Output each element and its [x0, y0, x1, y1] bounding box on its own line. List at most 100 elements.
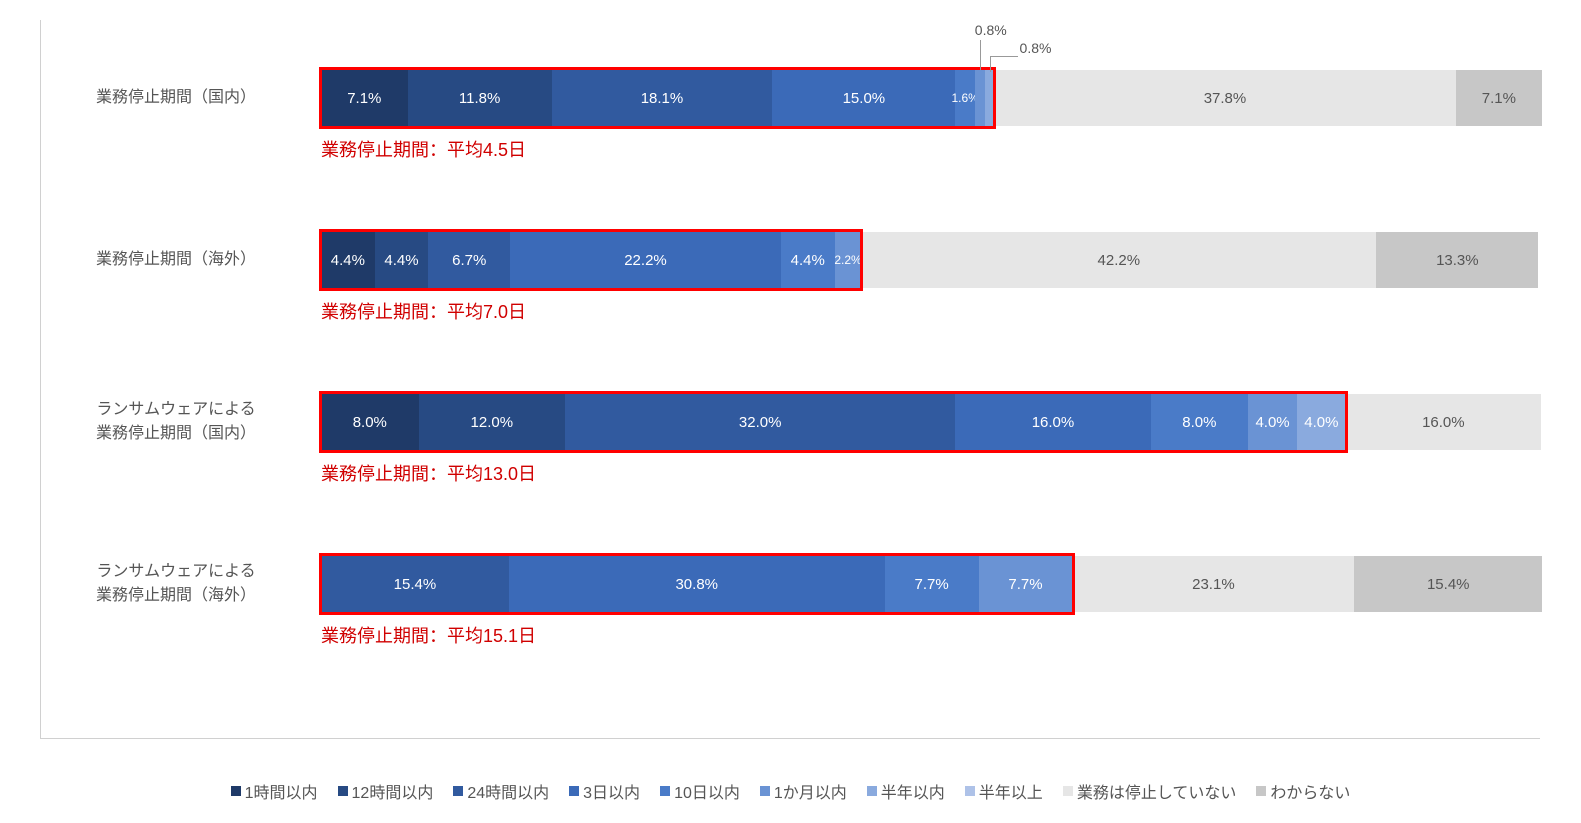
bar-segment: 23.1% — [1073, 556, 1355, 612]
row-label: ランサムウェアによる業務停止期間（国内） — [41, 398, 321, 446]
segment-value: 30.8% — [675, 576, 718, 593]
segment-value: 32.0% — [739, 414, 782, 431]
bar-segment: 15.0% — [772, 70, 955, 126]
bar-segment: 7.7% — [885, 556, 979, 612]
bar-container: 15.4%30.8%7.7%7.7%23.1%15.4% — [321, 556, 1542, 612]
bar-segment: 4.0% — [1297, 394, 1346, 450]
bar-segment: 1.6% — [955, 70, 975, 126]
legend-item: 1か月以内 — [760, 779, 847, 803]
row-label: ランサムウェアによる業務停止期間（海外） — [41, 560, 321, 608]
bar-segment: 42.2% — [861, 232, 1376, 288]
bar-segment: 22.2% — [510, 232, 781, 288]
segment-value: 8.0% — [353, 414, 387, 431]
chart-legend: 1時間以内 12時間以内 24時間以内 3日以内 10日以内 1か月以内 半年以内 半年以上 業… — [40, 779, 1541, 803]
legend-swatch — [569, 786, 579, 796]
legend-label: わからない — [1270, 779, 1350, 803]
legend-swatch — [231, 786, 241, 796]
segment-value: 15.4% — [394, 576, 437, 593]
legend-item: 10日以内 — [660, 779, 740, 803]
legend-label: 半年以内 — [881, 779, 945, 803]
bar-segment: 15.4% — [321, 556, 509, 612]
bar-container: 4.4% 4.4% 6.7% 22.2% 4.4% 2.2% 42.2% 13.3% — [321, 232, 1540, 288]
chart-row: 業務停止期間（国内）7.1%11.8%18.1%15.0%1.6%37.8%7.… — [41, 70, 1540, 126]
legend-swatch — [1256, 786, 1266, 796]
legend-item: 業務は停止していない — [1063, 779, 1237, 803]
legend-swatch — [453, 786, 463, 796]
legend-item: 24時間以内 — [453, 779, 549, 803]
segment-value: 13.3% — [1436, 252, 1479, 269]
segment-value: 8.0% — [1182, 414, 1216, 431]
stacked-bar-chart: 業務停止期間（国内）7.1%11.8%18.1%15.0%1.6%37.8%7.… — [40, 20, 1540, 739]
legend-label: 10日以内 — [674, 779, 740, 803]
bar-segment: 11.8% — [408, 70, 552, 126]
segment-value: 7.7% — [914, 576, 948, 593]
legend-label: 半年以上 — [979, 779, 1043, 803]
callout-leader — [990, 56, 1018, 57]
legend-item: 半年以内 — [867, 779, 945, 803]
legend-item: 12時間以内 — [338, 779, 434, 803]
bar-container: 7.1% 11.8% 18.1% 15.0% 1.6% 37.8% 7.1% — [321, 70, 1542, 126]
legend-label: 3日以内 — [583, 779, 640, 803]
bar-segment — [975, 70, 985, 126]
row-label: 業務停止期間（海外） — [41, 248, 321, 272]
segment-value: 7.1% — [347, 90, 381, 107]
segment-value: 23.1% — [1192, 576, 1235, 593]
callout-label: 0.8% — [975, 22, 1007, 38]
legend-item: 1時間以内 — [231, 779, 318, 803]
legend-item: わからない — [1256, 779, 1350, 803]
legend-swatch — [965, 786, 975, 796]
chart-row-group: 業務停止期間（海外） 4.4% 4.4% 6.7% 22.2% 4.4% 2.2% 42.2%… — [41, 232, 1540, 324]
segment-value: 2.2% — [834, 253, 861, 267]
segment-value: 15.0% — [843, 90, 886, 107]
legend-swatch — [660, 786, 670, 796]
chart-row: ランサムウェアによる業務停止期間（海外） 15.4% 30.8% 7.7% 7.7% 23… — [41, 556, 1540, 612]
segment-value: 4.4% — [384, 252, 418, 269]
bar-segment: 37.8% — [994, 70, 1455, 126]
chart-row-group: ランサムウェアによる業務停止期間（海外） 15.4% 30.8% 7.7% 7.7% 23… — [41, 556, 1540, 648]
callout-label: 0.8% — [1020, 40, 1052, 56]
bar-segment: 2.2% — [835, 232, 862, 288]
chart-row-group: 業務停止期間（国内）7.1%11.8%18.1%15.0%1.6%37.8%7.… — [41, 70, 1540, 162]
row-annotation: 業務停止期間：平均13.0日 — [321, 460, 1540, 486]
bar-segment: 7.1% — [1456, 70, 1543, 126]
chart-row-group: ランサムウェアによる業務停止期間（国内） 8.0% 12.0% 32.0% 16.0% 8… — [41, 394, 1540, 486]
bar-segment: 8.0% — [1151, 394, 1249, 450]
chart-row: 業務停止期間（海外） 4.4% 4.4% 6.7% 22.2% 4.4% 2.2% 42.2%… — [41, 232, 1540, 288]
bar-segment: 6.7% — [428, 232, 510, 288]
segment-value: 4.4% — [791, 252, 825, 269]
legend-label: 12時間以内 — [352, 779, 434, 803]
callout-leader — [980, 40, 981, 70]
bar-segment: 32.0% — [565, 394, 955, 450]
bar-segment: 4.4% — [375, 232, 429, 288]
segment-value: 4.4% — [331, 252, 365, 269]
chart-row: ランサムウェアによる業務停止期間（国内） 8.0% 12.0% 32.0% 16.0% 8… — [41, 394, 1540, 450]
bar-segment: 8.0% — [321, 394, 419, 450]
callout-leader — [990, 56, 991, 72]
row-annotation: 業務停止期間：平均7.0日 — [321, 298, 1540, 324]
legend-swatch — [760, 786, 770, 796]
segment-value: 7.7% — [1008, 576, 1042, 593]
segment-value: 18.1% — [641, 90, 684, 107]
segment-value: 16.0% — [1032, 414, 1075, 431]
legend-label: 1時間以内 — [245, 779, 318, 803]
segment-value: 7.1% — [1482, 90, 1516, 107]
segment-value: 42.2% — [1098, 252, 1141, 269]
bar-segment: 12.0% — [419, 394, 565, 450]
bar-segment: 16.0% — [1346, 394, 1541, 450]
legend-label: 業務は停止していない — [1077, 779, 1237, 803]
legend-swatch — [867, 786, 877, 796]
legend-swatch — [338, 786, 348, 796]
bar-segment: 4.4% — [321, 232, 375, 288]
legend-swatch — [1063, 786, 1073, 796]
bar-segment: 16.0% — [955, 394, 1150, 450]
segment-value: 4.0% — [1304, 414, 1338, 431]
bar-segment — [985, 70, 995, 126]
segment-value: 22.2% — [624, 252, 667, 269]
legend-label: 24時間以内 — [467, 779, 549, 803]
bar-segment: 7.7% — [979, 556, 1073, 612]
bar-segment: 13.3% — [1376, 232, 1538, 288]
bar-segment: 30.8% — [509, 556, 885, 612]
row-annotation: 業務停止期間：平均15.1日 — [321, 622, 1540, 648]
bar-segment: 4.4% — [781, 232, 835, 288]
legend-label: 1か月以内 — [774, 779, 847, 803]
